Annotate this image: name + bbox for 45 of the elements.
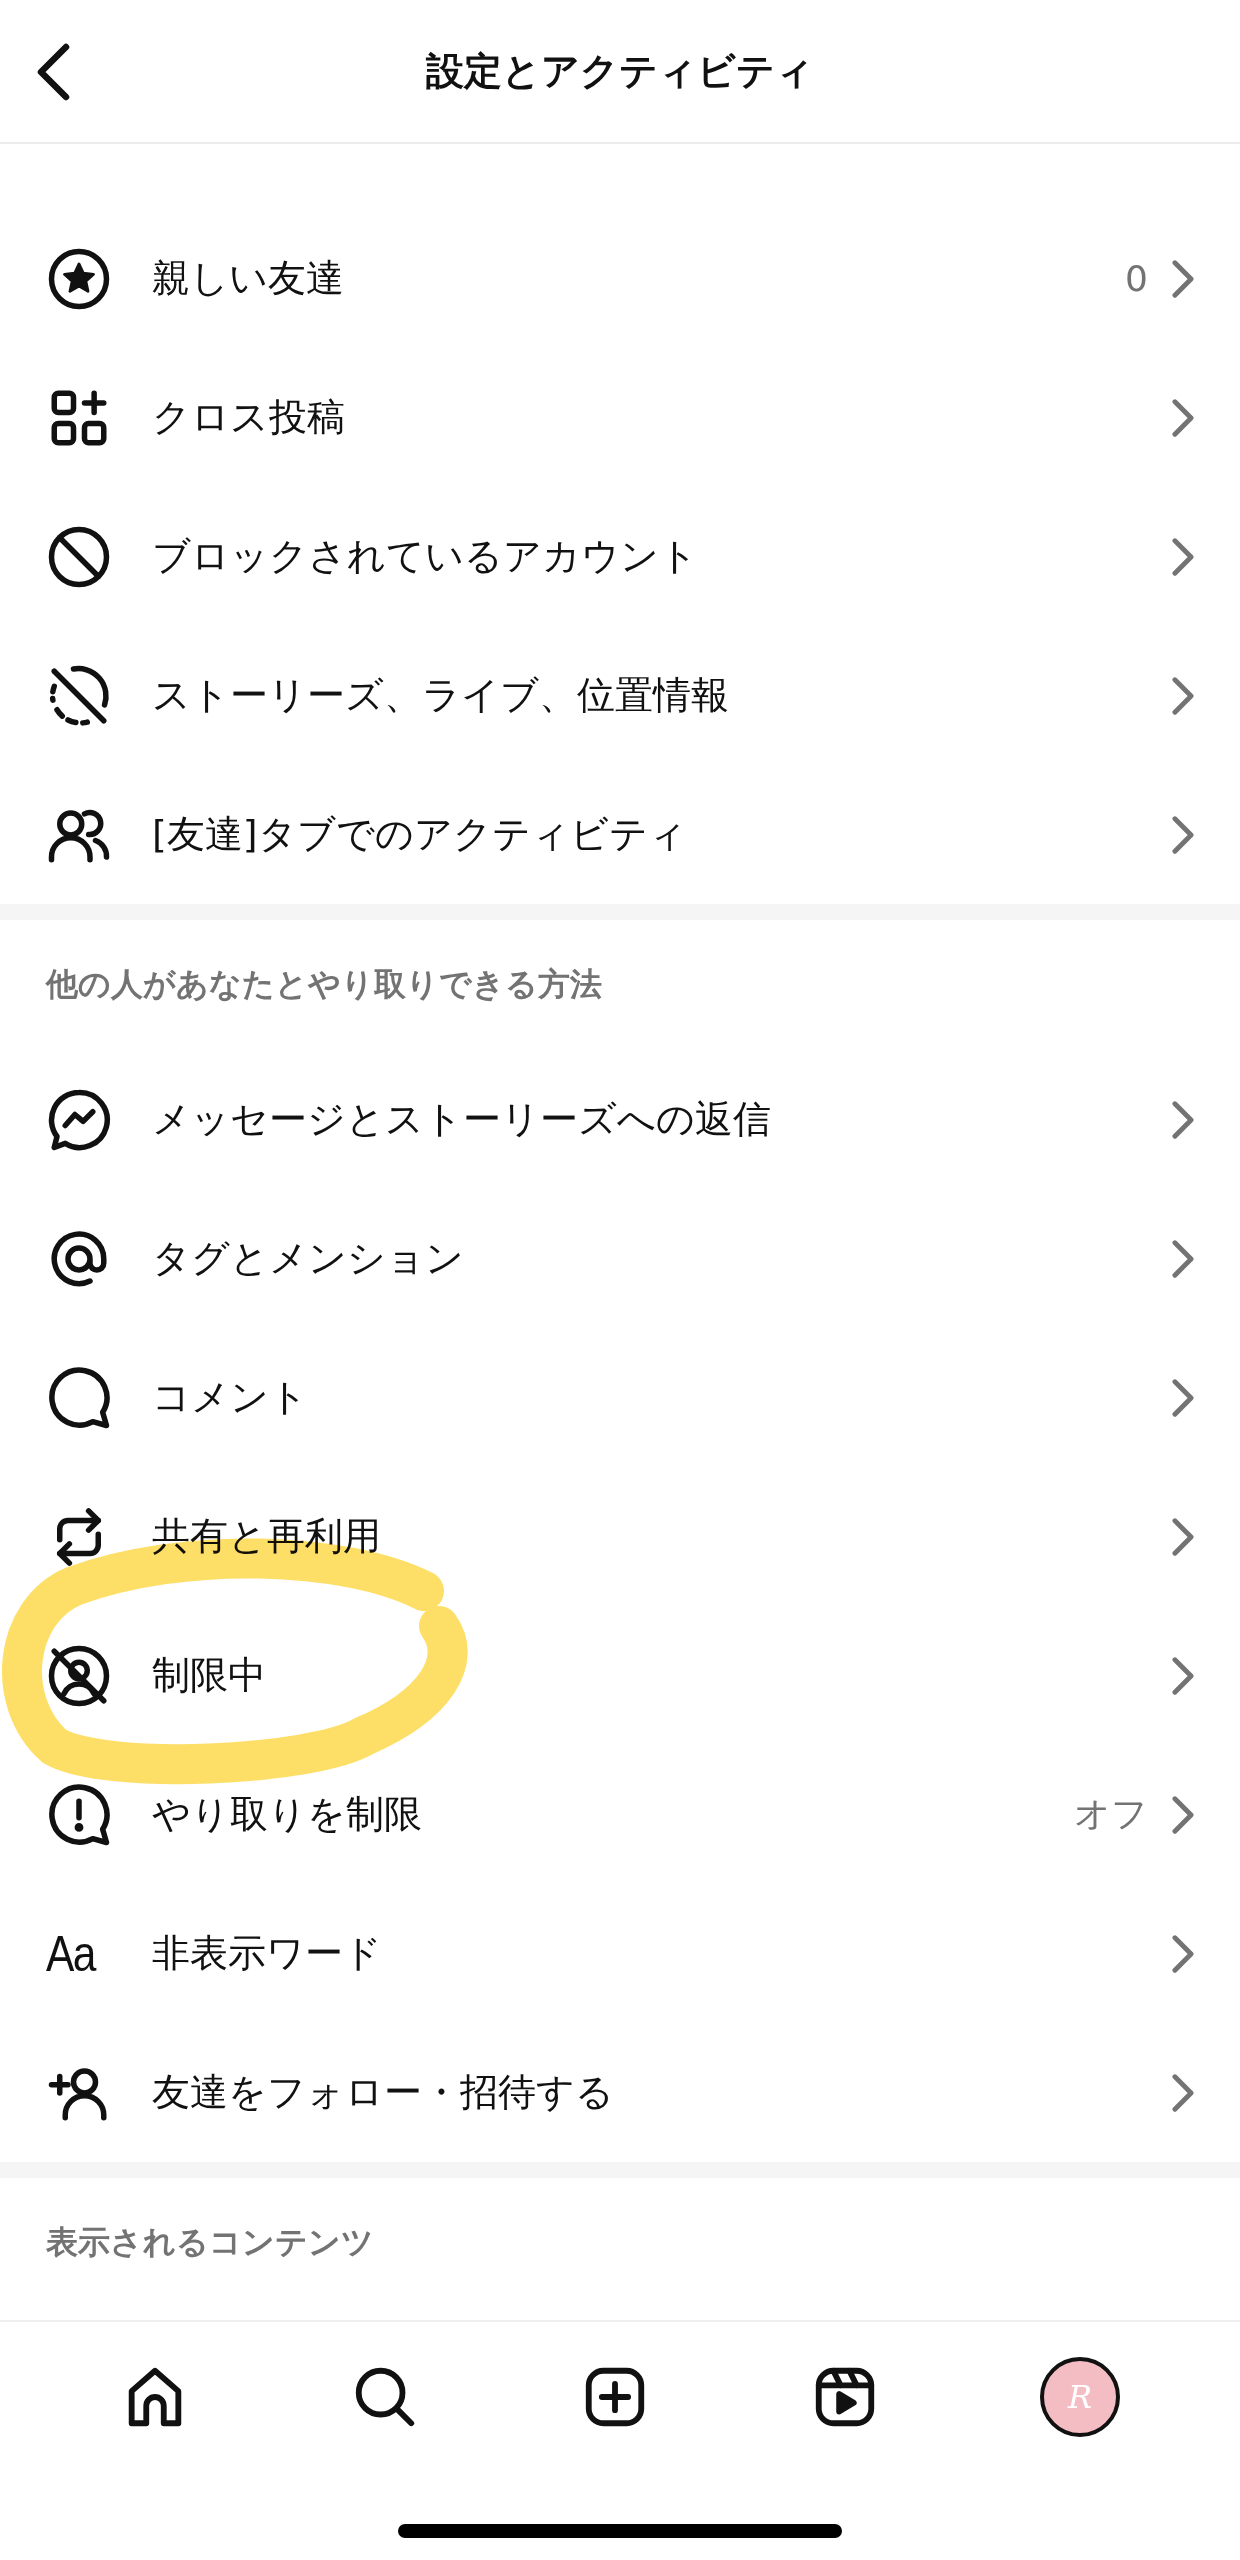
row-label: タグとメンション: [152, 1235, 465, 1282]
chevron-icon: [1172, 1517, 1194, 1556]
chevron-icon: [1172, 398, 1194, 437]
settings-row[interactable]: 友達をフォロー・招待する: [0, 2023, 1240, 2162]
row-value: オフ: [1074, 1792, 1148, 1836]
row-label: [友達]タブでのアクティビティ: [152, 811, 688, 858]
chevron-icon: [1172, 1378, 1194, 1417]
chevron-icon: [1172, 2073, 1194, 2112]
row-label: メッセージとストーリーズへの返信: [152, 1096, 772, 1143]
settings-row[interactable]: 制限中: [0, 1606, 1240, 1745]
speech-bubble-icon: [46, 1364, 112, 1431]
row-label: やり取りを制限: [152, 1791, 423, 1838]
chevron-icon: [1172, 1795, 1194, 1834]
section-title: 他の人があなたとやり取りできる方法: [46, 964, 602, 1005]
settings-row[interactable]: [友達]タブでのアクティビティ: [0, 765, 1240, 904]
chevron-icon: [1172, 1934, 1194, 1973]
row-label: ストーリーズ、ライブ、位置情報: [152, 672, 730, 719]
settings-row[interactable]: ブロックされているアカウント: [0, 487, 1240, 626]
row-label: クロス投稿: [152, 394, 346, 441]
screen-title: 設定とアクティビティ: [426, 47, 814, 95]
chevron-icon: [1172, 676, 1194, 715]
settings-row[interactable]: メッセージとストーリーズへの返信: [0, 1050, 1240, 1189]
chevron-icon: [1172, 537, 1194, 576]
chevron-icon: [1172, 1656, 1194, 1695]
settings-row[interactable]: タグとメンション: [0, 1189, 1240, 1328]
row-label: ブロックされているアカウント: [152, 533, 699, 580]
chevron-icon: [1172, 259, 1194, 298]
settings-row[interactable]: ストーリーズ、ライブ、位置情報: [0, 626, 1240, 765]
settings-row[interactable]: やり取りを制限 オフ: [0, 1745, 1240, 1884]
settings-row[interactable]: クロス投稿: [0, 348, 1240, 487]
row-value: 0: [1125, 258, 1148, 299]
row-label: 友達をフォロー・招待する: [152, 2069, 615, 2116]
row-label: 制限中: [152, 1652, 267, 1699]
row-label: 非表示ワード: [152, 1930, 383, 1977]
row-label: 親しい友達: [152, 255, 345, 302]
chevron-icon: [1172, 1100, 1194, 1139]
row-label: コメント: [152, 1374, 309, 1421]
chevron-icon: [1172, 815, 1194, 854]
alert-bubble-icon: [46, 1781, 112, 1848]
chevron-icon: [1172, 1239, 1194, 1278]
section-title: 表示されるコンテンツ: [46, 2222, 374, 2263]
settings-row[interactable]: 親しい友達 0: [0, 209, 1240, 348]
font-icon: Aa: [46, 1924, 103, 1983]
settings-row[interactable]: Aa 非表示ワード: [0, 1884, 1240, 2023]
settings-row[interactable]: コメント: [0, 1328, 1240, 1467]
